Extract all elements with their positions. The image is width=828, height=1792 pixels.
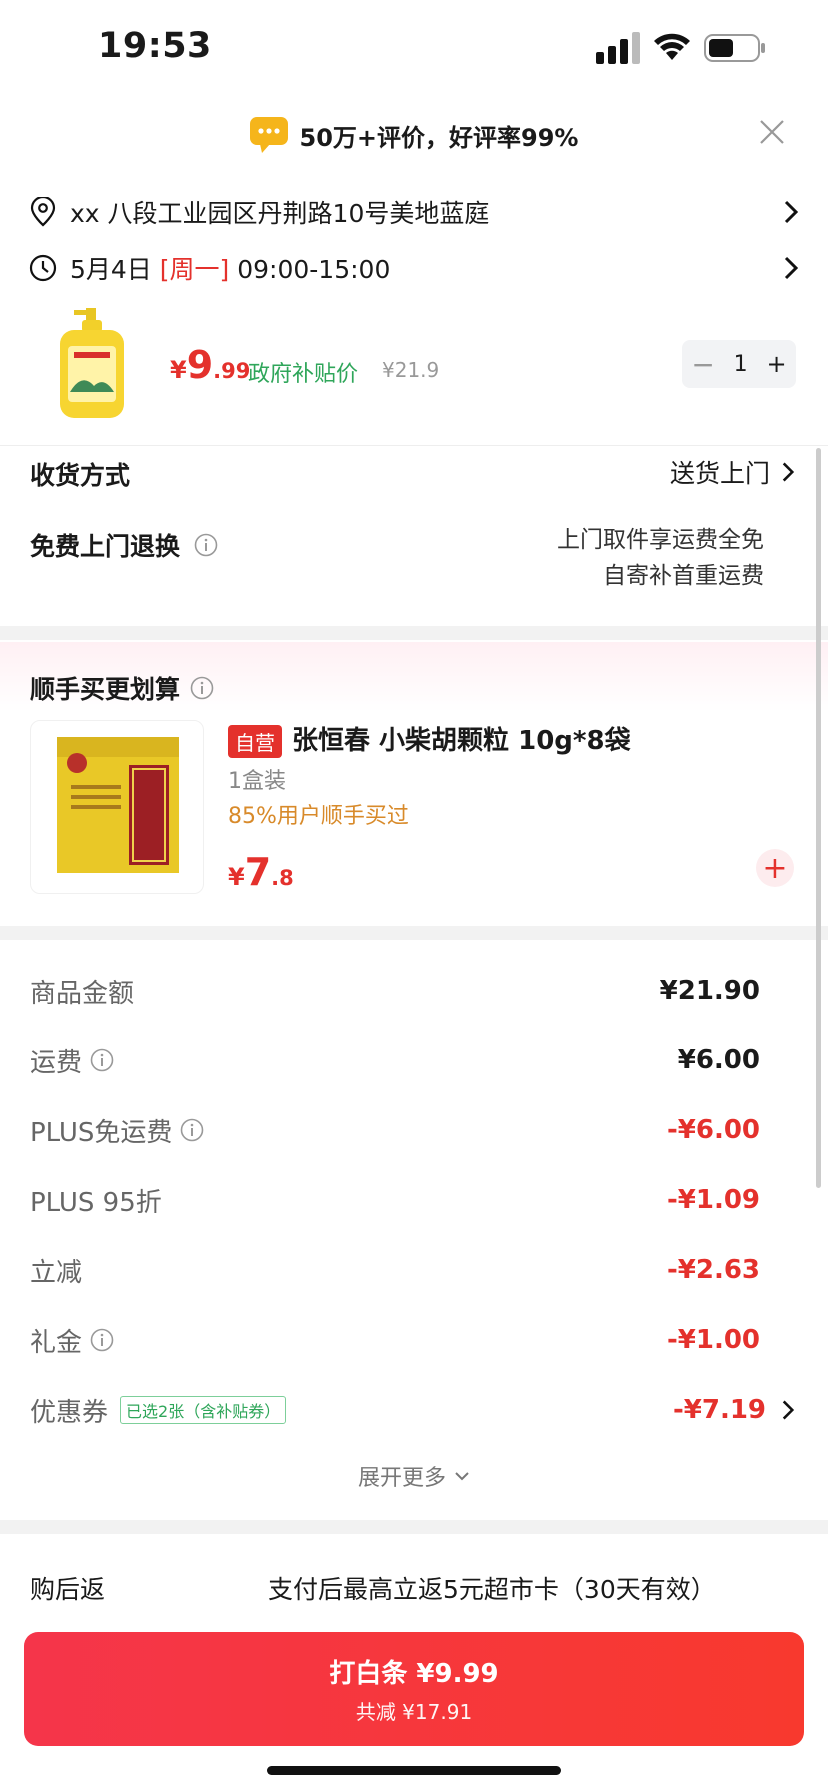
info-icon[interactable]	[90, 1328, 114, 1352]
section-divider	[0, 926, 828, 940]
shipping-method-selector[interactable]: 送货上门	[600, 452, 796, 492]
price-decimal: .99	[213, 359, 251, 383]
self-operated-badge: 自营	[228, 725, 282, 758]
cellular-signal-icon	[596, 32, 640, 64]
summary-row-plus-free-shipping: PLUS免运费 -¥6.00	[30, 1100, 760, 1160]
delivery-date: 5月4日	[70, 255, 152, 284]
section-divider	[0, 1520, 828, 1534]
chevron-right-icon	[784, 200, 799, 224]
free-return-line2: 自寄补首重运费	[603, 563, 764, 589]
addon-title[interactable]: 自营 张恒春 小柴胡颗粒 10g*8袋	[228, 720, 631, 758]
pay-button-label: 打白条 ¥9.99	[329, 1659, 499, 1689]
decrease-button[interactable]: −	[691, 348, 714, 381]
summary-label: PLUS 95折	[30, 1187, 162, 1218]
summary-value: -¥7.19	[672, 1395, 766, 1425]
product-image	[60, 308, 124, 418]
summary-label: 礼金	[30, 1327, 83, 1358]
info-icon[interactable]	[90, 1048, 114, 1072]
expand-more-label: 展开更多	[357, 1466, 446, 1491]
addon-name: 张恒春 小柴胡颗粒 10g*8袋	[292, 726, 631, 756]
delivery-slot: 09:00-15:00	[237, 255, 391, 284]
delivery-weekday: [周一]	[159, 255, 230, 284]
info-icon[interactable]	[190, 676, 214, 700]
summary-row-instant-discount: 立减 -¥2.63	[30, 1240, 760, 1300]
increase-button[interactable]: +	[766, 350, 786, 378]
addon-price-integer: 7	[244, 850, 272, 894]
section-divider	[0, 626, 828, 640]
cashback-text: 支付后最高立返5元超市卡（30天有效）	[268, 1575, 716, 1604]
summary-value: -¥1.09	[666, 1185, 760, 1215]
chat-bubble-icon	[249, 117, 288, 153]
coupon-selected-tag: 已选2张（含补贴券）	[120, 1396, 287, 1424]
price-integer: 9	[186, 343, 214, 387]
shipping-method-label: 收货方式	[30, 461, 131, 490]
summary-value: ¥6.00	[677, 1045, 760, 1075]
addon-price-symbol: ¥	[228, 863, 245, 891]
chevron-down-icon	[455, 1472, 469, 1481]
summary-label: 运费	[30, 1047, 83, 1078]
location-pin-icon	[30, 197, 56, 227]
total-savings-label: 共减 ¥17.91	[355, 1700, 473, 1724]
free-return-row: 免费上门退换	[30, 527, 218, 563]
product-price: ¥9.99	[170, 343, 250, 387]
summary-label: 优惠券	[30, 1397, 109, 1428]
summary-value: ¥21.90	[659, 976, 760, 1006]
summary-row-gift-money: 礼金 -¥1.00	[30, 1310, 760, 1370]
battery-icon	[704, 34, 765, 62]
free-return-line1: 上门取件享运费全免	[557, 527, 764, 553]
summary-row-shipping: 运费 ¥6.00	[30, 1030, 760, 1090]
chevron-right-icon	[782, 462, 795, 482]
chevron-right-icon	[784, 256, 799, 280]
addon-pack: 1盒装	[228, 769, 286, 794]
summary-label: PLUS免运费	[30, 1117, 173, 1148]
gov-subsidy-label: 政府补贴价	[248, 362, 359, 387]
addon-section-header: 顺手买更划算	[30, 670, 214, 706]
wifi-icon	[654, 33, 690, 60]
summary-label: 商品金额	[30, 978, 135, 1009]
pay-button[interactable]: 打白条 ¥9.99 共减 ¥17.91	[24, 1632, 804, 1746]
original-price: ¥21.9	[382, 358, 440, 382]
info-icon[interactable]	[194, 533, 218, 557]
price-symbol: ¥	[170, 356, 187, 384]
banner-text: 50万+评价，好评率99%	[299, 123, 579, 152]
summary-row-coupon[interactable]: 优惠券 已选2张（含补贴券） -¥7.19	[30, 1380, 796, 1440]
home-indicator[interactable]	[267, 1766, 561, 1775]
medicine-box-icon	[57, 737, 179, 873]
quantity-value: 1	[733, 351, 748, 377]
summary-value: -¥1.00	[666, 1325, 760, 1355]
expand-more-button[interactable]: 展开更多	[0, 1456, 828, 1496]
cashback-label: 购后返	[30, 1575, 106, 1604]
addon-stat: 85%用户顺手买过	[228, 804, 409, 829]
addon-product-image[interactable]	[30, 720, 204, 894]
shipping-method-value: 送货上门	[669, 459, 770, 488]
delivery-time-row[interactable]: 5月4日 [周一] 09:00-15:00	[28, 243, 800, 293]
quantity-stepper: − 1 +	[682, 340, 796, 388]
addon-price-decimal: .8	[271, 866, 294, 890]
address-text: xx 八段工业园区丹荆路10号美地蓝庭	[70, 199, 490, 228]
status-time: 19:53	[98, 26, 212, 66]
addon-price: ¥7.8	[228, 850, 294, 894]
address-row[interactable]: xx 八段工业园区丹荆路10号美地蓝庭	[28, 187, 800, 237]
summary-row-goods-amount: 商品金额 ¥21.90	[30, 961, 760, 1021]
delivery-time-text: 5月4日 [周一] 09:00-15:00	[70, 250, 782, 286]
summary-value: -¥6.00	[666, 1115, 760, 1145]
close-icon[interactable]	[757, 117, 787, 147]
divider	[0, 445, 828, 446]
review-banner: 50万+评价，好评率99%	[0, 110, 828, 160]
chevron-right-icon	[782, 1400, 795, 1420]
clock-icon	[29, 254, 57, 282]
free-return-detail: 上门取件享运费全免 自寄补首重运费	[460, 522, 764, 594]
info-icon[interactable]	[180, 1118, 204, 1142]
scrollbar[interactable]	[816, 448, 821, 1188]
free-return-label: 免费上门退换	[30, 532, 181, 561]
summary-row-plus-discount: PLUS 95折 -¥1.09	[30, 1170, 760, 1230]
add-addon-button[interactable]: +	[756, 849, 794, 887]
summary-value: -¥2.63	[666, 1255, 760, 1285]
summary-label: 立减	[30, 1257, 83, 1288]
addon-section-title: 顺手买更划算	[30, 675, 181, 704]
